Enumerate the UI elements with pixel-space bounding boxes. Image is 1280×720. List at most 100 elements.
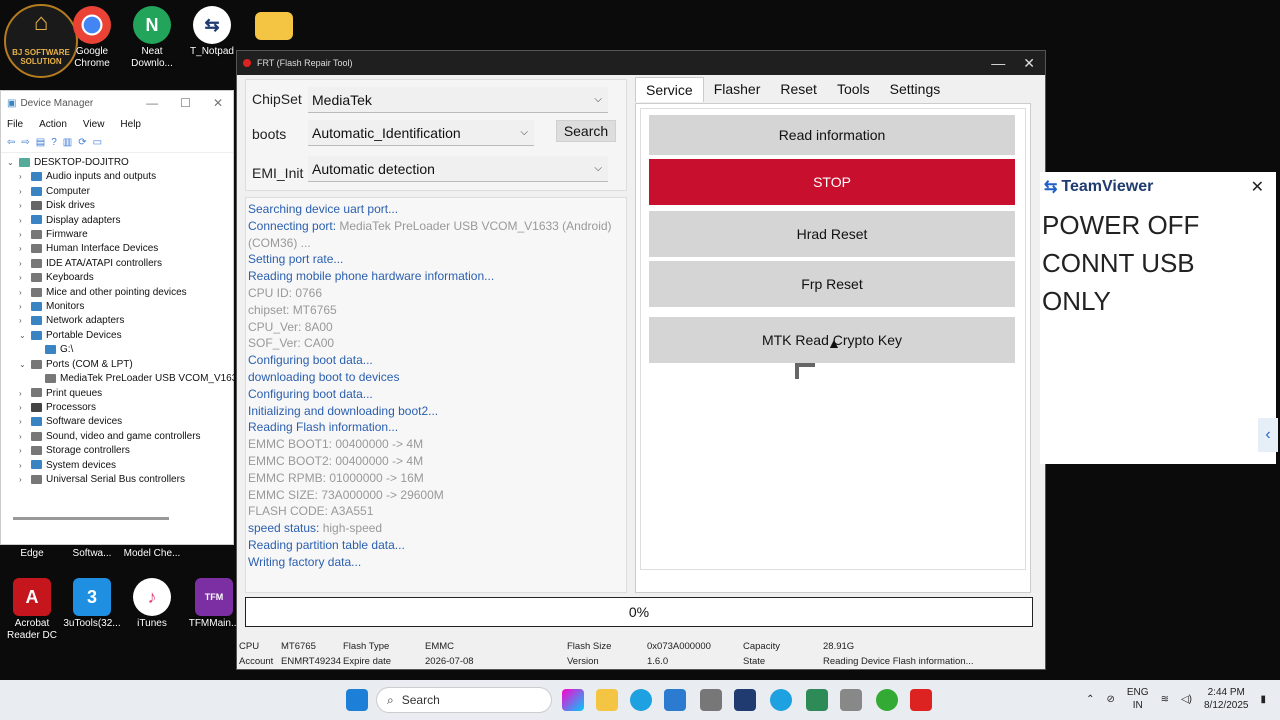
tree-item[interactable]: › Processors <box>7 401 233 415</box>
tree-item[interactable]: › System devices <box>7 459 233 473</box>
tree-item[interactable]: › IDE ATA/ATAPI controllers <box>7 257 233 271</box>
tree-item[interactable]: › Network adapters <box>7 314 233 328</box>
notification-icon[interactable]: ▮ <box>1260 694 1266 705</box>
tree-item[interactable]: G:\ <box>7 343 233 357</box>
boots-select[interactable]: Automatic_Identification ⌵ <box>308 120 534 146</box>
tree-item[interactable]: › Monitors <box>7 300 233 314</box>
back-icon[interactable]: ⇦ <box>7 137 15 148</box>
store-icon[interactable] <box>664 689 686 711</box>
hard-reset-button[interactable]: Hrad Reset <box>649 211 1015 257</box>
app-taskbar-icon[interactable] <box>770 689 792 711</box>
desktop-icon-chrome[interactable]: Google Chrome <box>60 6 124 70</box>
tree-root[interactable]: ⌄ DESKTOP-DOJITRO <box>7 156 233 170</box>
network-status-icon[interactable]: ⊘ <box>1107 694 1115 705</box>
frt-taskbar-icon[interactable] <box>910 689 932 711</box>
emi-value: Automatic detection <box>312 160 435 177</box>
stop-button[interactable]: STOP <box>649 159 1015 205</box>
tree-item[interactable]: ⌄ Ports (COM & LPT) <box>7 358 233 372</box>
desktop-icon-3utools[interactable]: 3 3uTools(32... <box>60 578 124 630</box>
app-taskbar-icon-4[interactable] <box>876 689 898 711</box>
tab-reset[interactable]: Reset <box>770 77 827 102</box>
clock[interactable]: 2:44 PM 8/12/2025 <box>1204 686 1249 712</box>
teamviewer-line: POWER OFF <box>1042 210 1200 240</box>
volume-icon[interactable]: ◁) <box>1181 694 1192 705</box>
device-manager-taskbar-icon[interactable] <box>700 689 722 711</box>
desktop-icon-neat[interactable]: N Neat Downlo... <box>120 6 184 70</box>
forward-icon[interactable]: ⇨ <box>21 137 29 148</box>
app-taskbar-icon-3[interactable] <box>840 689 862 711</box>
log-line: EMMC SIZE: 73A000000 -> 29600M <box>248 487 444 502</box>
tree-item[interactable]: › Mice and other pointing devices <box>7 286 233 300</box>
chevron-up-icon[interactable]: ⌃ <box>1086 694 1094 705</box>
menu-file[interactable]: File <box>7 119 23 130</box>
horizontal-scrollbar[interactable] <box>13 517 169 520</box>
desktop-icon-label: iTunes <box>137 618 167 629</box>
app-taskbar-icon-2[interactable] <box>806 689 828 711</box>
desktop-icon-folder[interactable] <box>242 6 306 42</box>
log-line: EMMC BOOT2: 00400000 -> 4M <box>248 453 424 468</box>
desktop-icon-itunes[interactable]: ♪ iTunes <box>120 578 184 630</box>
desktop-icon-model-check[interactable]: Model Che... <box>120 548 184 560</box>
tree-item[interactable]: › Display adapters <box>7 214 233 228</box>
copilot-icon[interactable] <box>562 689 584 711</box>
frp-reset-button[interactable]: Frp Reset <box>649 261 1015 307</box>
minimize-icon[interactable]: — <box>991 55 1005 72</box>
menu-view[interactable]: View <box>83 119 105 130</box>
emi-select[interactable]: Automatic detection ⌵ <box>308 156 608 182</box>
monitor-icon[interactable]: ▭ <box>93 137 102 148</box>
device-manager-title: Device Manager <box>20 97 94 109</box>
close-icon[interactable]: ✕ <box>1023 55 1035 72</box>
desktop-icon-edge[interactable]: Edge <box>0 548 64 560</box>
tab-tools[interactable]: Tools <box>827 77 880 102</box>
language-indicator[interactable]: ENG IN <box>1127 686 1149 712</box>
file-explorer-icon[interactable] <box>596 689 618 711</box>
menu-help[interactable]: Help <box>120 119 141 130</box>
status-capacity-label: Capacity <box>743 641 780 652</box>
taskbar: ⌕ Search ⌃ ⊘ ENG IN ≋ ◁) 2:44 PM 8/12/20… <box>0 680 1280 720</box>
desktop-icon-notepad[interactable]: ⇆ T_Notpad <box>180 6 244 58</box>
read-information-button[interactable]: Read information <box>649 115 1015 155</box>
tree-item[interactable]: › Print queues <box>7 387 233 401</box>
log-line: CPU_Ver: 8A00 <box>248 319 333 334</box>
wifi-icon[interactable]: ≋ <box>1161 694 1169 705</box>
taskbar-search[interactable]: ⌕ Search <box>376 687 552 713</box>
close-icon[interactable]: ✕ <box>1251 177 1264 197</box>
teamviewer-taskbar-icon[interactable] <box>734 689 756 711</box>
properties-icon[interactable]: ▤ <box>36 137 45 148</box>
log-line: Reading partition table data... <box>248 537 405 552</box>
menu-action[interactable]: Action <box>39 119 67 130</box>
tree-item[interactable]: › Audio inputs and outputs <box>7 170 233 184</box>
help-icon[interactable]: ? <box>51 137 57 148</box>
log-line: speed status: high-speed <box>248 521 383 536</box>
minimize-icon[interactable]: — <box>146 96 158 110</box>
chipset-select[interactable]: MediaTek ⌵ <box>308 87 608 113</box>
desktop-icon-software[interactable]: Softwa... <box>60 548 124 560</box>
tab-settings[interactable]: Settings <box>880 77 951 102</box>
teamviewer-message: POWER OFF CONNT USB ONLY <box>1040 206 1276 320</box>
edge-icon[interactable] <box>630 689 652 711</box>
log-line: Configuring boot data... <box>248 353 373 368</box>
chevron-left-icon[interactable]: ‹ <box>1258 418 1278 452</box>
search-button[interactable]: Search <box>556 120 616 142</box>
tree-item[interactable]: › Human Interface Devices <box>7 242 233 256</box>
maximize-icon[interactable]: ☐ <box>180 96 191 110</box>
tab-service[interactable]: Service <box>635 77 704 102</box>
tab-flasher[interactable]: Flasher <box>704 77 771 102</box>
log-line: Configuring boot data... <box>248 386 373 401</box>
tree-item[interactable]: › Keyboards <box>7 271 233 285</box>
tree-item[interactable]: › Storage controllers <box>7 444 233 458</box>
device-manager-icon: ▣ <box>7 97 17 109</box>
tree-item[interactable]: › Software devices <box>7 415 233 429</box>
tree-item[interactable]: › Universal Serial Bus controllers <box>7 473 233 487</box>
start-icon[interactable] <box>346 689 368 711</box>
close-icon[interactable]: ✕ <box>213 96 223 110</box>
tree-item[interactable]: MediaTek PreLoader USB VCOM_V1633 (A <box>7 372 256 386</box>
update-driver-icon[interactable]: ⟳ <box>78 137 86 148</box>
scan-icon[interactable]: ▥ <box>63 137 72 148</box>
tree-item[interactable]: › Disk drives <box>7 199 233 213</box>
tree-item[interactable]: › Computer <box>7 185 233 199</box>
tree-item[interactable]: › Sound, video and game controllers <box>7 430 233 444</box>
tree-item[interactable]: ⌄ Portable Devices <box>7 329 233 343</box>
desktop-icon-acrobat[interactable]: A Acrobat Reader DC <box>0 578 64 642</box>
tree-item[interactable]: › Firmware <box>7 228 233 242</box>
